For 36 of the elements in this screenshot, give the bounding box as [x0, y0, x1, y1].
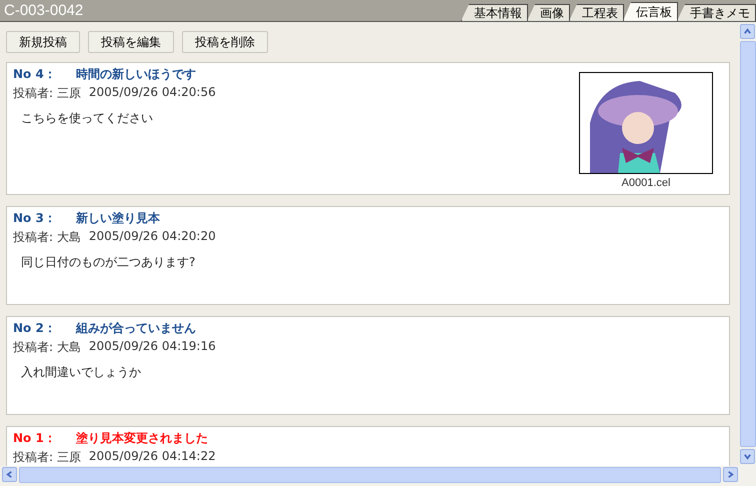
post-date: 2005/09/26 04:20:20: [88, 229, 216, 245]
tab[interactable]: 伝言板: [623, 2, 678, 21]
window-title: C-003-0042: [3, 2, 84, 21]
scroll-up-icon[interactable]: [740, 24, 755, 39]
image-caption: A0001.cel: [622, 177, 670, 189]
scroll-thumb[interactable]: [19, 466, 721, 482]
post-date: 2005/09/26 04:19:16: [88, 339, 216, 355]
post-title: 塗り見本変更されました: [76, 430, 208, 447]
post-body: 同じ日付のものが二つあります?: [21, 254, 196, 271]
toolbar-button[interactable]: 投稿を削除: [182, 31, 268, 53]
post-body: 入れ間違いでしょうか: [21, 364, 142, 381]
image-placeholder[interactable]: [579, 72, 713, 174]
post-author: 投稿者: 三原: [13, 449, 81, 466]
tab[interactable]: 手書きメモ: [677, 4, 756, 21]
post-number: No 3：: [13, 210, 56, 227]
post-title: 組みが合っていません: [76, 320, 196, 337]
post-number: No 1：: [13, 430, 56, 447]
scroll-right-icon[interactable]: [723, 467, 738, 482]
post-body: こちらを使ってください: [21, 110, 154, 127]
post-number: No 4：: [13, 66, 56, 83]
post-number: No 2：: [13, 320, 56, 337]
horizontal-scrollbar[interactable]: [0, 466, 756, 486]
toolbar-button[interactable]: 新規投稿: [6, 31, 80, 53]
post-author: 投稿者: 大島: [13, 339, 81, 356]
post-date: 2005/09/26 04:14:22: [88, 449, 216, 465]
scroll-left-icon[interactable]: [2, 467, 17, 482]
post-title: 時間の新しいほうです: [76, 66, 196, 83]
post-author: 投稿者: 大島: [13, 229, 81, 246]
scroll-down-icon[interactable]: [740, 449, 755, 464]
tab[interactable]: 基本情報: [461, 4, 528, 21]
post-date: 2005/09/26 04:20:56: [88, 85, 216, 101]
post-author: 投稿者: 三原: [13, 85, 81, 102]
tab[interactable]: 画像: [527, 4, 570, 21]
toolbar-button[interactable]: 投稿を編集: [88, 31, 174, 53]
post-title: 新しい塗り見本: [76, 210, 160, 227]
tab[interactable]: 工程表: [569, 4, 624, 21]
